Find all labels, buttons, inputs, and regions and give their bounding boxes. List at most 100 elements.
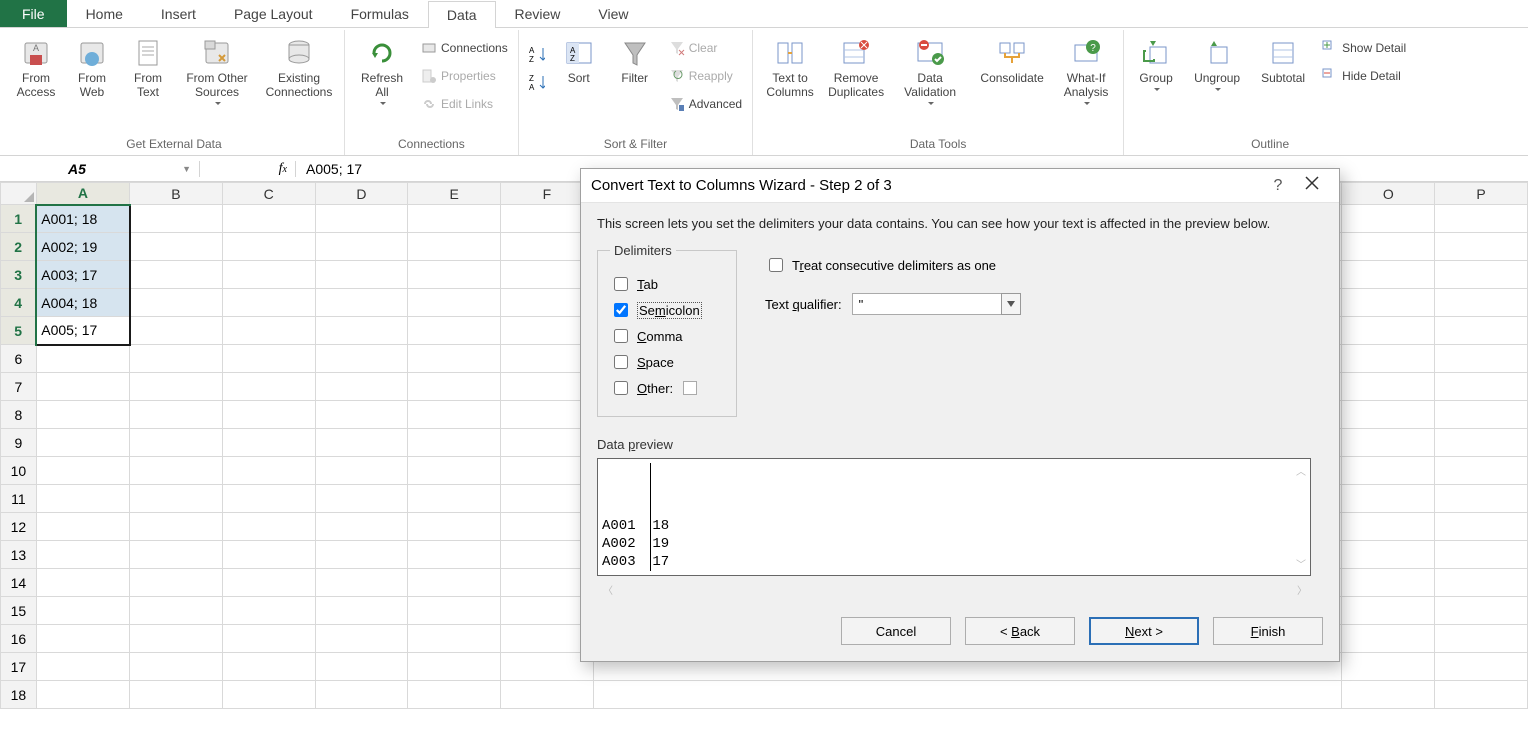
cell[interactable] (315, 429, 408, 457)
cell[interactable] (130, 625, 223, 653)
cell[interactable] (315, 513, 408, 541)
cell[interactable] (130, 401, 223, 429)
col-header-b[interactable]: B (130, 183, 223, 205)
subtotal-button[interactable]: Subtotal (1252, 34, 1314, 88)
cell[interactable] (408, 597, 501, 625)
delim-space-checkbox[interactable] (614, 355, 628, 369)
delim-comma-checkbox[interactable] (614, 329, 628, 343)
cell[interactable] (315, 485, 408, 513)
cell[interactable] (315, 205, 408, 233)
delim-other-input[interactable] (683, 381, 697, 395)
cell[interactable] (222, 261, 315, 289)
delim-semicolon-checkbox[interactable] (614, 303, 628, 317)
edit-links-button[interactable]: Edit Links (417, 92, 512, 116)
sort-button[interactable]: AZ Sort (553, 34, 605, 88)
cell[interactable] (222, 373, 315, 401)
text-to-columns-button[interactable]: Text to Columns (759, 34, 821, 102)
hide-detail-button[interactable]: Hide Detail (1318, 64, 1410, 88)
cell[interactable] (36, 541, 129, 569)
group-button[interactable]: Group (1130, 34, 1182, 93)
cell[interactable] (130, 457, 223, 485)
cell[interactable] (130, 289, 223, 317)
col-header-a[interactable]: A (36, 183, 129, 205)
from-access-button[interactable]: A From Access (10, 34, 62, 102)
tab-review[interactable]: Review (496, 0, 580, 27)
row-header-10[interactable]: 10 (1, 457, 37, 485)
cell[interactable] (1342, 485, 1435, 513)
cell[interactable] (130, 261, 223, 289)
cell[interactable] (222, 345, 315, 373)
properties-button[interactable]: Properties (417, 64, 512, 88)
cell[interactable] (1435, 485, 1528, 513)
cell[interactable] (1342, 457, 1435, 485)
cell[interactable] (130, 485, 223, 513)
filter-button[interactable]: Filter (609, 34, 661, 88)
cell[interactable] (315, 653, 408, 681)
cell[interactable] (315, 345, 408, 373)
cell[interactable] (1435, 345, 1528, 373)
treat-consecutive-checkbox[interactable] (769, 258, 783, 272)
tab-insert[interactable]: Insert (142, 0, 215, 27)
cell[interactable] (315, 373, 408, 401)
sort-desc-button[interactable]: ZA (525, 70, 549, 94)
col-header-o[interactable]: O (1342, 183, 1435, 205)
cell[interactable] (1342, 345, 1435, 373)
cell[interactable] (408, 569, 501, 597)
cell[interactable] (1435, 681, 1528, 709)
cell[interactable] (408, 317, 501, 345)
cell[interactable] (1342, 317, 1435, 345)
refresh-all-button[interactable]: Refresh All (351, 34, 413, 107)
cell[interactable] (408, 625, 501, 653)
cell[interactable] (222, 233, 315, 261)
cell[interactable] (1342, 653, 1435, 681)
clear-filter-button[interactable]: Clear (665, 36, 746, 60)
col-header-d[interactable]: D (315, 183, 408, 205)
cell[interactable] (222, 681, 315, 709)
select-all-corner[interactable] (1, 183, 37, 205)
cell[interactable] (408, 261, 501, 289)
row-header-3[interactable]: 3 (1, 261, 37, 289)
text-qualifier-dropdown-button[interactable] (1001, 293, 1021, 315)
cell[interactable] (408, 541, 501, 569)
row-header-17[interactable]: 17 (1, 653, 37, 681)
what-if-button[interactable]: ? What-If Analysis (1055, 34, 1117, 107)
cell[interactable] (408, 485, 501, 513)
cell[interactable] (130, 681, 223, 709)
cell[interactable] (1435, 233, 1528, 261)
cell[interactable]: A001; 18 (36, 205, 129, 233)
cell[interactable] (36, 653, 129, 681)
cell[interactable]: A002; 19 (36, 233, 129, 261)
text-qualifier-select[interactable]: " (852, 293, 1002, 315)
cell[interactable] (130, 569, 223, 597)
cell[interactable] (501, 681, 594, 709)
sort-asc-button[interactable]: AZ (525, 42, 549, 66)
cell[interactable] (1342, 289, 1435, 317)
row-header-6[interactable]: 6 (1, 345, 37, 373)
cell[interactable] (36, 625, 129, 653)
back-button[interactable]: < Back (965, 617, 1075, 645)
remove-duplicates-button[interactable]: Remove Duplicates (825, 34, 887, 102)
col-header-p[interactable]: P (1435, 183, 1528, 205)
cell[interactable] (130, 345, 223, 373)
cell[interactable] (1435, 261, 1528, 289)
cell[interactable] (315, 289, 408, 317)
cell[interactable] (36, 345, 129, 373)
cell[interactable] (1435, 205, 1528, 233)
cell[interactable] (1435, 289, 1528, 317)
cell[interactable] (36, 457, 129, 485)
dialog-close-button[interactable] (1295, 176, 1329, 195)
cell[interactable]: A004; 18 (36, 289, 129, 317)
from-other-sources-button[interactable]: From Other Sources (178, 34, 256, 107)
cell[interactable] (1342, 429, 1435, 457)
cell[interactable] (1342, 597, 1435, 625)
cell[interactable] (1435, 401, 1528, 429)
cell[interactable] (130, 513, 223, 541)
cell[interactable] (130, 429, 223, 457)
cell[interactable] (408, 653, 501, 681)
cell[interactable] (408, 457, 501, 485)
cell[interactable] (36, 485, 129, 513)
cell[interactable] (130, 653, 223, 681)
cell[interactable] (1342, 233, 1435, 261)
cell[interactable] (408, 345, 501, 373)
name-box[interactable]: A5 ▼ (0, 161, 200, 177)
